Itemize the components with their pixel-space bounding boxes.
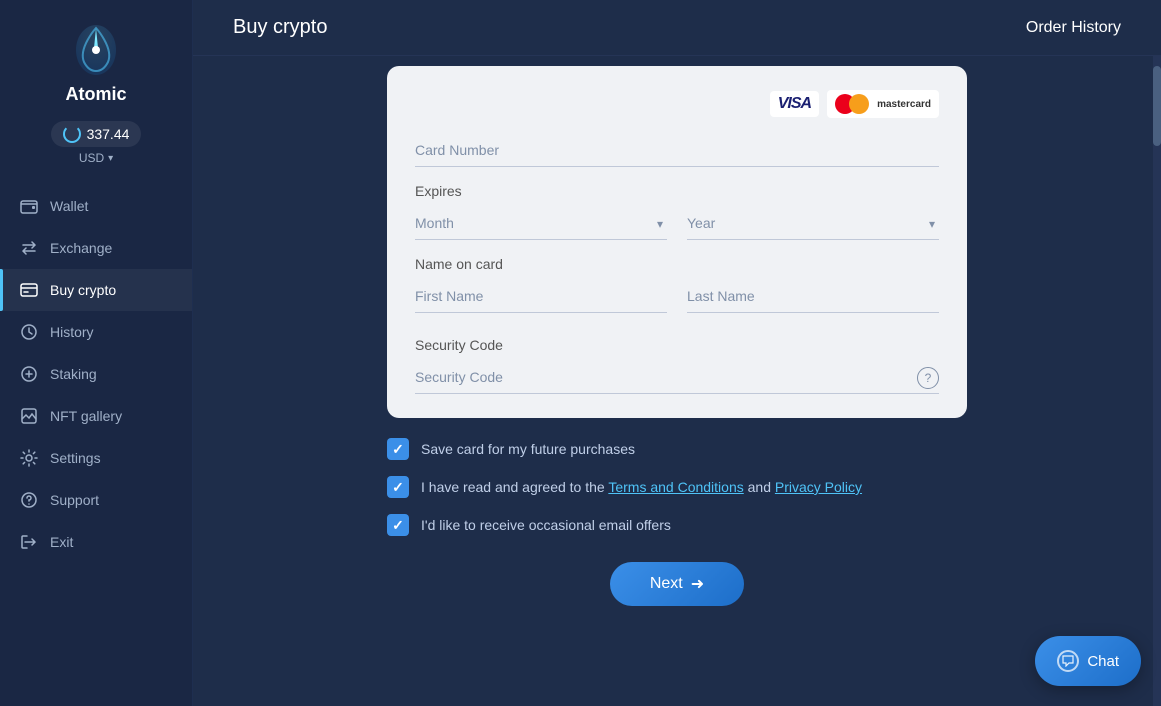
mastercard-text: mastercard: [877, 99, 931, 110]
scroll-area: VISA mastercard Expires Month: [193, 56, 1161, 706]
chat-button-label: Chat: [1087, 653, 1119, 670]
security-code-input[interactable]: [415, 361, 939, 394]
sidebar-item-buy-crypto[interactable]: Buy crypto: [0, 269, 192, 311]
nft-icon: [20, 407, 38, 425]
sidebar-item-exit[interactable]: Exit: [0, 521, 192, 563]
sidebar-item-settings[interactable]: Settings: [0, 437, 192, 479]
expires-row: Month January February March April May J…: [415, 207, 939, 240]
chevron-down-icon: ▾: [108, 153, 113, 164]
currency-selector[interactable]: USD ▾: [79, 151, 113, 165]
card-logos: VISA mastercard: [415, 90, 939, 118]
terms-checkbox[interactable]: ✓: [387, 476, 409, 498]
first-name-field: [415, 280, 667, 313]
page-title: Buy crypto: [233, 16, 327, 39]
top-bar: Buy crypto Order History: [193, 0, 1161, 56]
next-button[interactable]: Next ➜: [610, 562, 744, 606]
email-offers-checkbox-row: ✓ I'd like to receive occasional email o…: [387, 514, 967, 536]
sidebar: Atomic 337.44 USD ▾ Wallet: [0, 0, 193, 706]
save-card-label: Save card for my future purchases: [421, 441, 635, 457]
security-code-section: Security Code ?: [415, 337, 939, 394]
settings-icon: [20, 449, 38, 467]
balance-container: 337.44: [51, 121, 142, 147]
buy-crypto-icon: [20, 281, 38, 299]
chat-icon: [1057, 650, 1079, 672]
month-select-wrapper: Month January February March April May J…: [415, 207, 667, 240]
terms-link[interactable]: Terms and Conditions: [608, 479, 743, 495]
last-name-field: [687, 280, 939, 313]
support-icon: [20, 491, 38, 509]
sidebar-item-staking[interactable]: Staking: [0, 353, 192, 395]
next-button-label: Next: [650, 575, 683, 593]
email-offers-checkbox[interactable]: ✓: [387, 514, 409, 536]
next-arrow-icon: ➜: [691, 574, 704, 594]
visa-logo: VISA: [770, 91, 819, 117]
payment-form-card: VISA mastercard Expires Month: [387, 66, 967, 418]
terms-text-and: and: [748, 479, 775, 495]
year-select[interactable]: Year 2024 2025 2026 2027 2028 2029 2030: [687, 207, 939, 240]
name-row: [415, 280, 939, 329]
chat-button[interactable]: Chat: [1035, 636, 1141, 686]
balance-amount: 337.44: [87, 126, 130, 142]
history-icon: [20, 323, 38, 341]
sidebar-item-nft-gallery[interactable]: NFT gallery: [0, 395, 192, 437]
terms-label: I have read and agreed to the Terms and …: [421, 479, 862, 495]
next-button-container: Next ➜: [387, 562, 967, 606]
sidebar-item-staking-label: Staking: [50, 366, 97, 382]
sidebar-item-exchange[interactable]: Exchange: [0, 227, 192, 269]
wallet-icon: [20, 197, 38, 215]
sidebar-item-wallet-label: Wallet: [50, 198, 88, 214]
checkboxes-area: ✓ Save card for my future purchases ✓ I …: [387, 438, 967, 552]
sidebar-item-history-label: History: [50, 324, 94, 340]
sidebar-item-buy-crypto-label: Buy crypto: [50, 282, 116, 298]
checkmark-icon-2: ✓: [392, 479, 404, 496]
active-indicator: [0, 269, 3, 311]
sidebar-item-exit-label: Exit: [50, 534, 73, 550]
logo-container: Atomic: [65, 20, 126, 105]
checkmark-icon-3: ✓: [392, 517, 404, 534]
checkmark-icon: ✓: [392, 441, 404, 458]
main-content: Buy crypto Order History VISA mastercard: [193, 0, 1161, 706]
exit-icon: [20, 533, 38, 551]
sidebar-item-exchange-label: Exchange: [50, 240, 112, 256]
order-history-link[interactable]: Order History: [1026, 19, 1121, 37]
sidebar-item-nft-gallery-label: NFT gallery: [50, 408, 122, 424]
name-on-card-label: Name on card: [415, 256, 939, 272]
save-card-checkbox-row: ✓ Save card for my future purchases: [387, 438, 967, 460]
name-on-card-section: Name on card: [415, 256, 939, 329]
mastercard-logo: mastercard: [827, 90, 939, 118]
last-name-input[interactable]: [687, 280, 939, 313]
mastercard-orange-circle: [849, 94, 869, 114]
exchange-icon: [20, 239, 38, 257]
expires-label: Expires: [415, 183, 939, 199]
security-code-label: Security Code: [415, 337, 939, 353]
sidebar-item-settings-label: Settings: [50, 450, 101, 466]
card-number-input[interactable]: [415, 134, 939, 167]
security-input-wrapper: ?: [415, 361, 939, 394]
year-select-wrapper: Year 2024 2025 2026 2027 2028 2029 2030 …: [687, 207, 939, 240]
card-number-field: [415, 134, 939, 167]
terms-text-before: I have read and agreed to the: [421, 479, 608, 495]
staking-icon: [20, 365, 38, 383]
month-select[interactable]: Month January February March April May J…: [415, 207, 667, 240]
navigation: Wallet Exchange Buy crypto: [0, 185, 192, 696]
first-name-input[interactable]: [415, 280, 667, 313]
help-icon[interactable]: ?: [917, 367, 939, 389]
expires-section: Expires Month January February March Apr…: [415, 183, 939, 240]
email-offers-label: I'd like to receive occasional email off…: [421, 517, 671, 533]
save-card-checkbox[interactable]: ✓: [387, 438, 409, 460]
atomic-logo-icon: [66, 20, 126, 80]
sidebar-item-support-label: Support: [50, 492, 99, 508]
balance-spinner-icon: [63, 125, 81, 143]
sidebar-item-history[interactable]: History: [0, 311, 192, 353]
sidebar-item-support[interactable]: Support: [0, 479, 192, 521]
terms-checkbox-row: ✓ I have read and agreed to the Terms an…: [387, 476, 967, 498]
app-name: Atomic: [65, 84, 126, 105]
scrollbar-track[interactable]: [1153, 56, 1161, 706]
currency-label: USD: [79, 151, 104, 165]
sidebar-item-wallet[interactable]: Wallet: [0, 185, 192, 227]
scrollbar-thumb[interactable]: [1153, 66, 1161, 146]
privacy-policy-link[interactable]: Privacy Policy: [775, 479, 862, 495]
